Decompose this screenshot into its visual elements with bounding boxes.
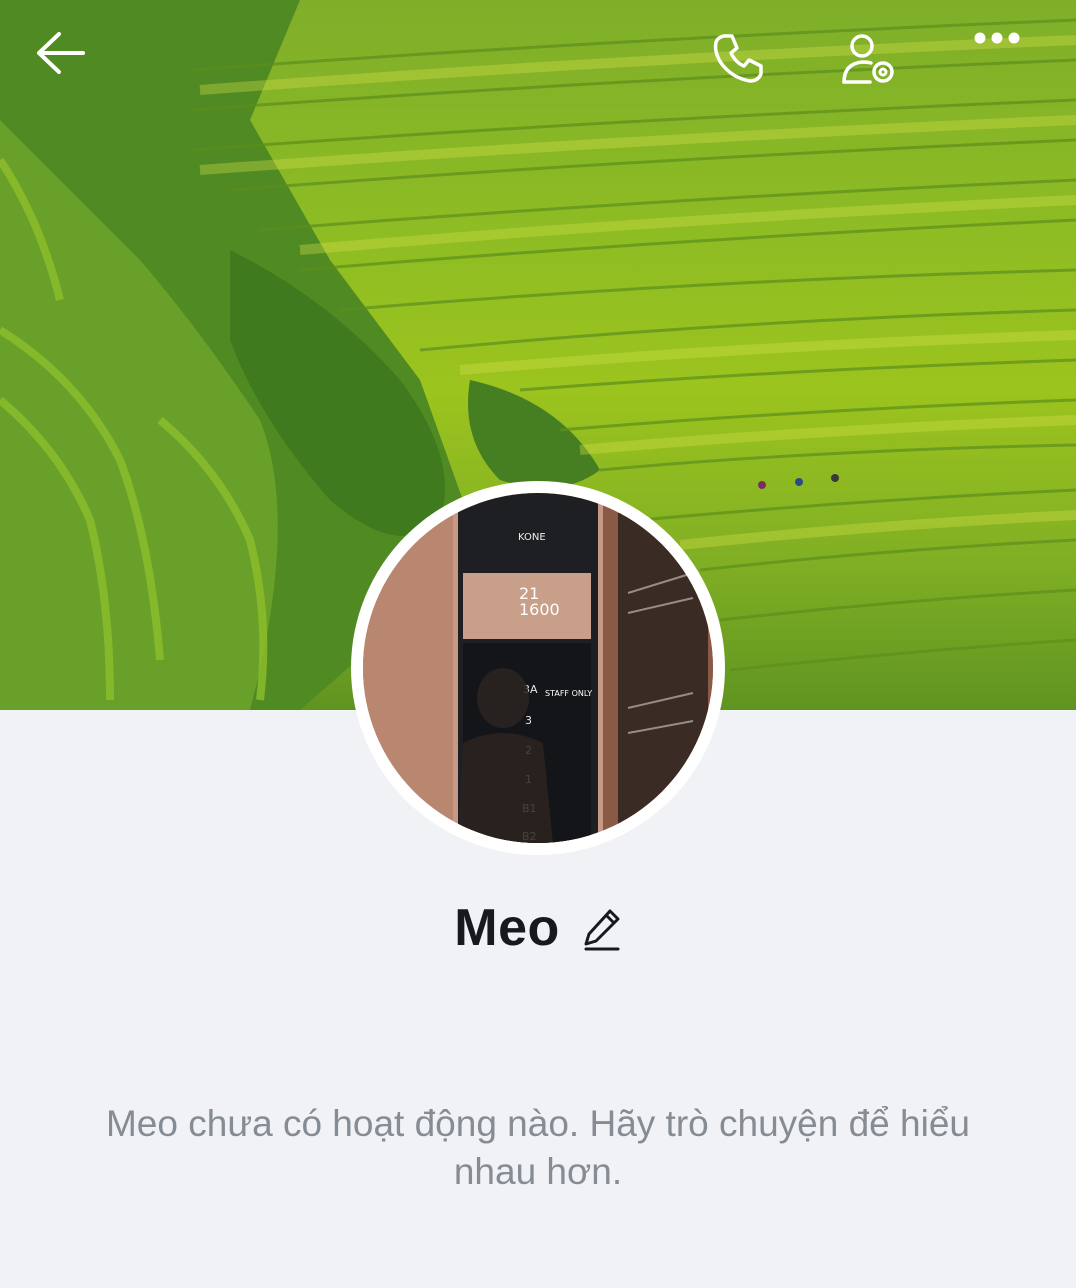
avatar-photo: KONE 21 1600 STAFF ONLY 3A 3 2 1 B1 B2 <box>363 493 713 843</box>
phone-icon <box>713 34 763 83</box>
avatar-floor-label: 3 <box>525 714 532 727</box>
call-button[interactable] <box>710 30 790 102</box>
empty-activity-message: Meo chưa có hoạt động nào. Hãy trò chuyệ… <box>105 1103 970 1192</box>
avatar-brand-text: KONE <box>518 532 546 543</box>
more-options-button[interactable] <box>972 30 1052 102</box>
profile-name-row: Meo <box>0 898 1076 958</box>
user-settings-icon <box>842 34 894 84</box>
avatar-load-text: 1600 <box>519 600 560 619</box>
avatar[interactable]: KONE 21 1600 STAFF ONLY 3A 3 2 1 B1 B2 <box>363 493 713 843</box>
avatar-staff-text: STAFF ONLY <box>545 689 592 698</box>
arrow-left-icon <box>37 32 85 74</box>
more-horizontal-icon <box>974 32 1020 44</box>
back-button[interactable] <box>35 30 115 102</box>
profile-settings-button[interactable] <box>840 30 920 102</box>
pencil-icon[interactable] <box>582 907 622 951</box>
profile-name: Meo <box>454 899 560 957</box>
